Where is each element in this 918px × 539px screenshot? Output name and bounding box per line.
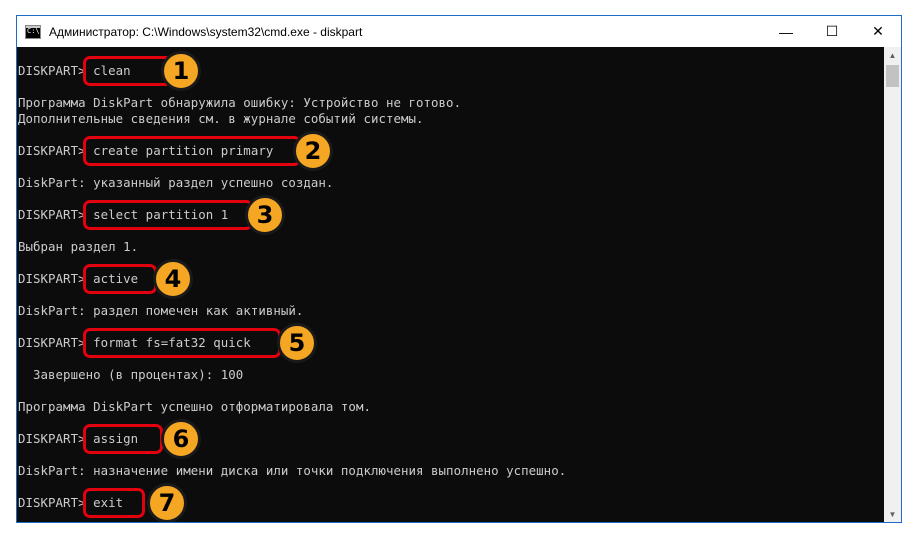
- step-badge-1: 1: [161, 51, 201, 91]
- output-line: DiskPart: указанный раздел успешно созда…: [18, 175, 334, 190]
- highlight-box-5: [83, 328, 281, 358]
- minimize-icon: —: [779, 23, 793, 40]
- prompt: DISKPART>: [18, 143, 86, 158]
- cmd-window: C:\ Администратор: C:\Windows\system32\c…: [16, 15, 902, 523]
- highlight-box-3: [83, 200, 253, 230]
- prompt: DISKPART>: [18, 335, 86, 350]
- prompt: DISKPART>: [18, 495, 86, 510]
- output-line: Завершено (в процентах): 100: [18, 367, 244, 382]
- cmd-app-icon: C:\: [25, 24, 41, 39]
- maximize-button[interactable]: ☐: [809, 16, 855, 47]
- highlight-box-4: [83, 264, 157, 294]
- scroll-down-icon[interactable]: ▼: [884, 506, 901, 522]
- close-icon: ✕: [872, 23, 884, 39]
- highlight-box-6: [83, 424, 163, 454]
- vertical-scrollbar[interactable]: ▲ ▼: [884, 47, 901, 522]
- cmd-icon-text: C:\: [27, 26, 40, 35]
- highlight-box-2: [83, 136, 301, 166]
- highlight-box-1: [83, 56, 173, 86]
- prompt: DISKPART>: [18, 431, 86, 446]
- step-badge-6: 6: [161, 419, 201, 459]
- close-button[interactable]: ✕: [855, 16, 901, 47]
- step-badge-5: 5: [277, 323, 317, 363]
- output-line: DiskPart: раздел помечен как активный.: [18, 303, 304, 318]
- output-line: Программа DiskPart успешно отформатирова…: [18, 399, 371, 414]
- scroll-up-icon[interactable]: ▲: [884, 47, 901, 64]
- maximize-icon: ☐: [825, 23, 839, 39]
- title-bar[interactable]: C:\ Администратор: C:\Windows\system32\c…: [17, 16, 901, 47]
- highlight-box-7: [83, 488, 145, 518]
- step-badge-7: 7: [147, 483, 187, 522]
- step-badge-3: 3: [245, 195, 285, 235]
- scroll-thumb[interactable]: [886, 65, 899, 87]
- step-badge-4: 4: [153, 259, 193, 299]
- prompt: DISKPART>: [18, 271, 86, 286]
- window-controls: — ☐ ✕: [763, 16, 901, 47]
- window-title: Администратор: C:\Windows\system32\cmd.e…: [49, 24, 363, 39]
- prompt: DISKPART>: [18, 207, 86, 222]
- console-output[interactable]: DISKPART> clean Программа DiskPart обнар…: [17, 47, 885, 522]
- output-line: Выбран раздел 1.: [18, 239, 139, 254]
- minimize-button[interactable]: —: [763, 16, 809, 47]
- output-line: DiskPart: назначение имени диска или точ…: [18, 463, 567, 478]
- output-line: Программа DiskPart обнаружила ошибку: Ус…: [18, 95, 462, 110]
- prompt: DISKPART>: [18, 63, 86, 78]
- output-line: Дополнительные сведения см. в журнале со…: [18, 111, 424, 126]
- step-badge-2: 2: [293, 131, 333, 171]
